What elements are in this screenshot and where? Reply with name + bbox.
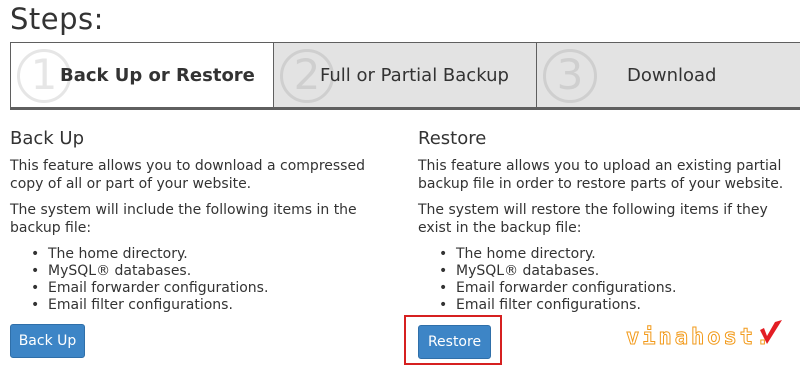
restore-items-list: The home directory. MySQL® databases. Em…	[437, 246, 800, 314]
step-3-download: 3 Download	[537, 43, 800, 109]
backup-description: This feature allows you to download a co…	[10, 158, 365, 192]
watermark-text: vinahost.	[625, 324, 773, 350]
list-item: Email forwarder configurations.	[437, 280, 800, 297]
step-label: Download	[627, 64, 717, 86]
vinahost-watermark-logo: vinahost.	[625, 322, 773, 352]
page-title: Steps:	[10, 2, 104, 36]
restore-button[interactable]: Restore	[418, 325, 491, 359]
backup-items-list: The home directory. MySQL® databases. Em…	[29, 246, 390, 314]
restore-includes-intro: The system will restore the following it…	[418, 202, 768, 236]
backup-includes-intro: The system will include the following it…	[10, 202, 357, 236]
step-2-full-or-partial-backup: 2 Full or Partial Backup	[274, 43, 537, 109]
list-item: MySQL® databases.	[29, 263, 390, 280]
list-item: The home directory.	[29, 246, 390, 263]
backup-section: Back Up This feature allows you to downl…	[10, 128, 390, 314]
list-item: The home directory.	[437, 246, 800, 263]
step-number-3: 3	[543, 49, 597, 103]
step-label: Full or Partial Backup	[320, 64, 509, 86]
list-item: MySQL® databases.	[437, 263, 800, 280]
list-item: Email filter configurations.	[29, 297, 390, 314]
restore-section: Restore This feature allows you to uploa…	[418, 128, 800, 314]
list-item: Email filter configurations.	[437, 297, 800, 314]
back-up-button[interactable]: Back Up	[10, 324, 85, 358]
step-1-back-up-or-restore: 1 Back Up or Restore	[11, 43, 274, 109]
steps-wizard: 1 Back Up or Restore 2 Full or Partial B…	[10, 42, 800, 110]
checkmark-logo-icon	[760, 320, 782, 344]
restore-heading: Restore	[418, 128, 487, 149]
restore-description: This feature allows you to upload an exi…	[418, 158, 784, 192]
list-item: Email forwarder configurations.	[29, 280, 390, 297]
step-label: Back Up or Restore	[60, 64, 255, 86]
backup-heading: Back Up	[10, 128, 85, 149]
